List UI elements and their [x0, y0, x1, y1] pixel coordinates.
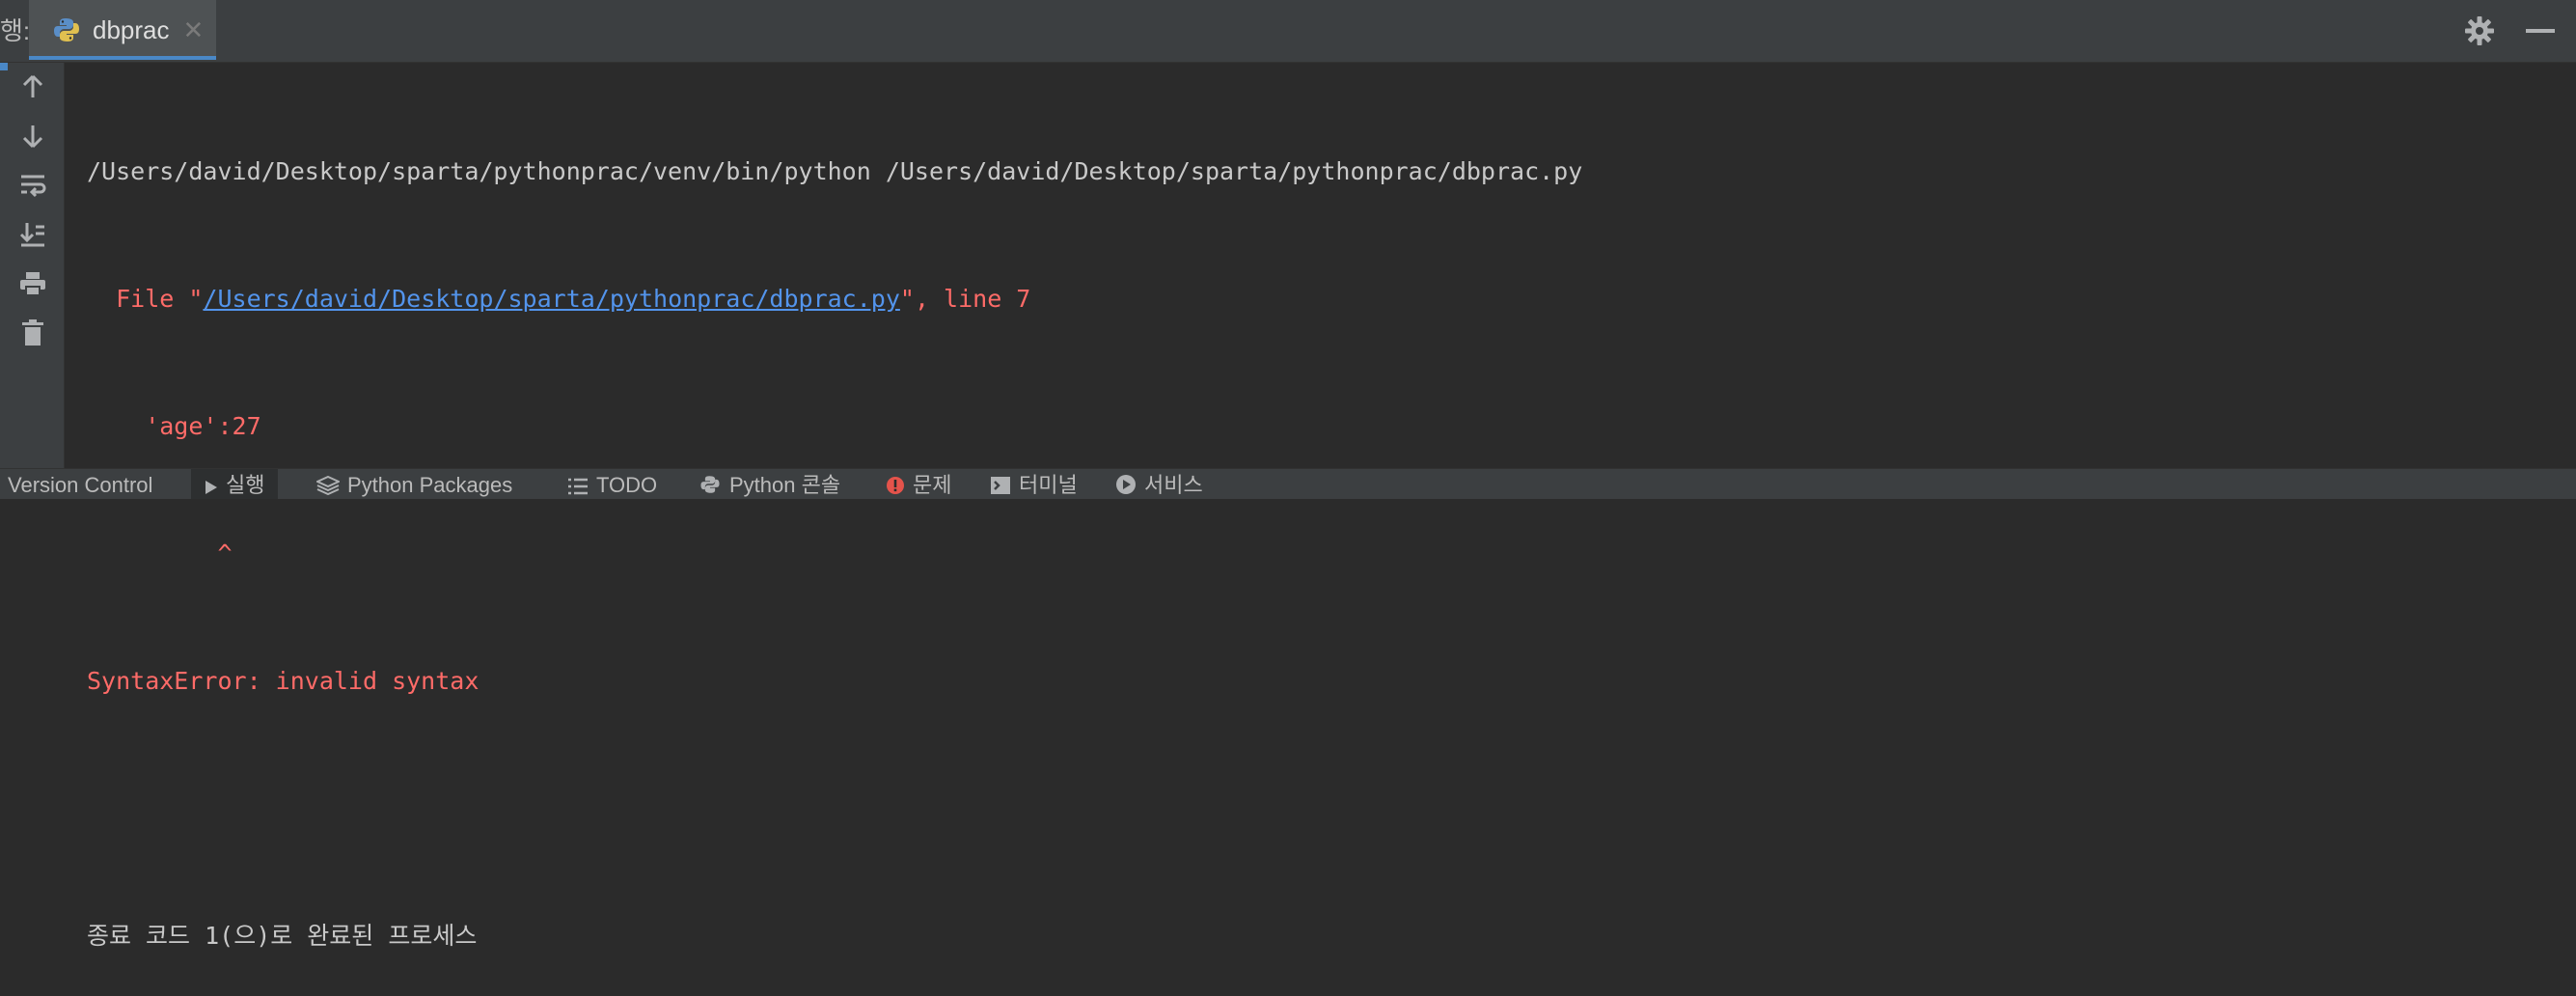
- tab-python-console-label: Python 콘솔: [729, 473, 841, 497]
- list-icon: [568, 478, 588, 495]
- python-file-icon: [54, 18, 79, 42]
- error-caret: ^: [87, 540, 233, 567]
- scroll-to-end-icon[interactable]: [18, 220, 47, 249]
- tab-python-packages-label: Python Packages: [347, 473, 513, 497]
- tab-python-console[interactable]: Python 콘솔: [699, 469, 840, 499]
- soft-wrap-icon[interactable]: [18, 171, 47, 200]
- run-command-line: /Users/david/Desktop/sparta/pythonprac/v…: [87, 157, 1583, 185]
- error-icon: [887, 477, 904, 494]
- close-tab-icon[interactable]: ✕: [183, 15, 205, 45]
- window-edge-accent: [0, 63, 8, 70]
- tab-todo[interactable]: TODO: [567, 469, 657, 499]
- tab-run[interactable]: 실행: [191, 469, 279, 499]
- tab-dbprac[interactable]: dbprac ✕: [29, 0, 216, 60]
- tab-problems-label: 문제: [913, 473, 952, 497]
- trash-icon[interactable]: [18, 318, 47, 347]
- tool-window-bar: Version Control 실행 Python Packages TODO …: [0, 468, 2576, 499]
- play-icon: [206, 481, 217, 494]
- tab-version-control[interactable]: Version Control: [8, 469, 152, 499]
- tab-label: dbprac: [93, 14, 170, 44]
- tab-terminal[interactable]: 터미널: [990, 469, 1078, 499]
- terminal-icon: [991, 477, 1010, 494]
- run-tool-window-header: 행: dbprac ✕: [0, 0, 2576, 63]
- run-window-label: 행:: [0, 16, 31, 45]
- print-icon[interactable]: [18, 269, 47, 298]
- traceback-file-link[interactable]: /Users/david/Desktop/sparta/pythonprac/d…: [203, 285, 899, 313]
- minimize-icon[interactable]: [2526, 29, 2555, 33]
- process-exit-message: 종료 코드 1(으)로 완료된 프로세스: [87, 922, 478, 950]
- python-console-icon: [700, 476, 720, 493]
- tab-version-control-label: Version Control: [8, 473, 153, 497]
- tab-todo-label: TODO: [596, 473, 658, 497]
- console-output[interactable]: /Users/david/Desktop/sparta/pythonprac/v…: [87, 66, 2557, 996]
- tab-problems[interactable]: 문제: [886, 469, 951, 499]
- error-source-line: 'age':27: [87, 412, 261, 440]
- tab-run-label: 실행: [226, 473, 265, 497]
- arrow-down-icon[interactable]: [18, 122, 47, 151]
- packages-icon: [316, 476, 340, 495]
- console-toolbar: [0, 63, 65, 468]
- active-tab-indicator: [29, 56, 216, 60]
- syntax-error-message: SyntaxError: invalid syntax: [87, 667, 480, 695]
- services-icon: [1116, 475, 1136, 494]
- gear-icon[interactable]: [2462, 14, 2497, 48]
- traceback-file-prefix: File ": [87, 285, 204, 313]
- traceback-line-number: ", line 7: [899, 285, 1031, 313]
- tab-python-packages[interactable]: Python Packages: [316, 469, 512, 499]
- tab-terminal-label: 터미널: [1019, 473, 1078, 497]
- arrow-up-icon[interactable]: [18, 72, 47, 101]
- tab-services-label: 서비스: [1144, 473, 1203, 497]
- tab-services[interactable]: 서비스: [1115, 469, 1203, 499]
